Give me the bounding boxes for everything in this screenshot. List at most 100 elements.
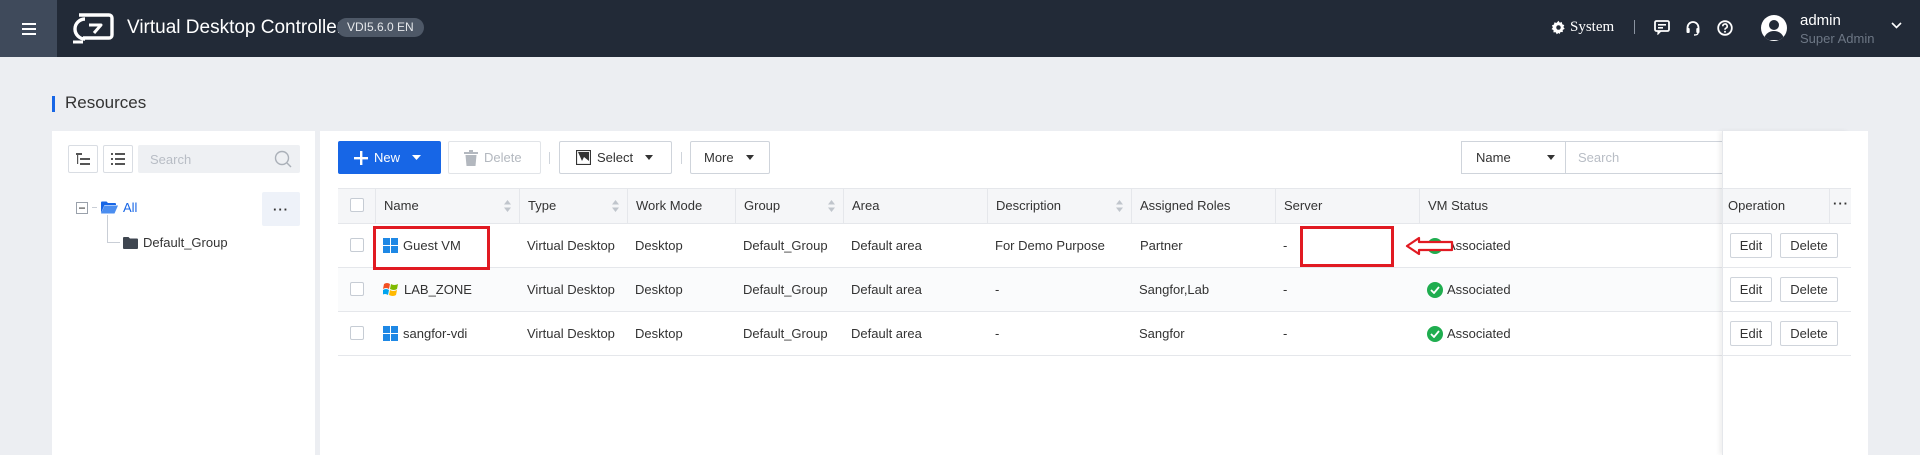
- vm-status-cell: Associated: [1419, 312, 1531, 355]
- work-mode-cell: Desktop: [635, 238, 683, 253]
- column-header-group[interactable]: Group: [735, 189, 843, 223]
- column-header-assigned-roles[interactable]: Assigned Roles: [1131, 189, 1275, 223]
- delete-row-button[interactable]: Delete: [1780, 321, 1838, 346]
- description-cell: -: [995, 282, 1000, 297]
- sort-icon: [612, 200, 619, 212]
- select-label: Select: [597, 150, 634, 165]
- select-all-checkbox[interactable]: [350, 198, 364, 212]
- windows-xp-logo-icon: [383, 283, 398, 296]
- column-header-work-mode[interactable]: Work Mode: [627, 189, 735, 223]
- delete-row-button[interactable]: Delete: [1780, 233, 1838, 258]
- tree-search-box: [138, 145, 300, 173]
- tree-view-button[interactable]: [68, 145, 98, 173]
- work-mode-cell: Desktop: [635, 282, 683, 297]
- column-header-type[interactable]: Type: [519, 189, 627, 223]
- user-name[interactable]: admin: [1800, 12, 1841, 29]
- operation-header: Operation ···: [1723, 188, 1851, 224]
- page-title: Resources: [65, 93, 147, 112]
- user-avatar[interactable]: [1761, 15, 1787, 41]
- tree-node-all[interactable]: All: [76, 200, 137, 215]
- column-header-name[interactable]: Name: [375, 189, 519, 223]
- assigned-roles-cell: Partner: [1140, 238, 1183, 253]
- tree-connector: [107, 215, 108, 242]
- group-cell: Default_Group: [743, 326, 828, 341]
- vm-name-cell[interactable]: LAB_ZONE: [375, 268, 519, 311]
- edit-button[interactable]: Edit: [1730, 233, 1772, 258]
- system-label: System: [1570, 19, 1615, 35]
- operation-column: Operation ··· Edit Delete Edit Delete Ed…: [1722, 131, 1851, 455]
- row-checkbox[interactable]: [350, 326, 364, 340]
- vm-name[interactable]: sangfor-vdi: [403, 312, 467, 355]
- tree-node-label: Default_Group: [143, 235, 228, 250]
- column-header-description[interactable]: Description: [987, 189, 1131, 223]
- list-view-button[interactable]: [103, 145, 133, 173]
- delete-label: Delete: [484, 150, 522, 165]
- table-row[interactable]: sangfor-vdi Virtual Desktop Desktop Defa…: [338, 312, 1850, 356]
- highlight-box-roles: [1300, 226, 1394, 267]
- resources-panel: New Delete Select More Name Name Type Wo…: [320, 131, 1868, 455]
- support-headset-icon[interactable]: [1685, 20, 1701, 39]
- column-settings-button[interactable]: ···: [1833, 196, 1849, 211]
- delete-button[interactable]: Delete: [448, 141, 541, 174]
- vm-status-cell: Associated: [1419, 268, 1531, 311]
- filter-field-value: Name: [1476, 150, 1511, 165]
- vm-status-text: Associated: [1447, 238, 1511, 253]
- delete-row-button[interactable]: Delete: [1780, 277, 1838, 302]
- menu-toggle-button[interactable]: [0, 0, 57, 57]
- row-checkbox[interactable]: [350, 238, 364, 252]
- description-cell: -: [995, 326, 1000, 341]
- divider: [1634, 20, 1635, 34]
- title-accent-bar: [52, 96, 55, 112]
- edit-button[interactable]: Edit: [1730, 321, 1772, 346]
- top-bar: Virtual Desktop Controller VDI5.6.0 EN S…: [0, 0, 1920, 57]
- column-header-vm-status[interactable]: VM Status: [1419, 189, 1529, 223]
- column-header-server[interactable]: Server: [1275, 189, 1419, 223]
- vm-status-text: Associated: [1447, 282, 1511, 297]
- select-button[interactable]: Select: [559, 141, 672, 174]
- hamburger-icon: [21, 22, 36, 35]
- table-row[interactable]: Guest VM Virtual Desktop Desktop Default…: [338, 224, 1850, 268]
- folder-icon: [123, 236, 138, 249]
- tree-more-button[interactable]: ···: [262, 192, 300, 226]
- check-circle-icon: [1427, 281, 1443, 298]
- tree-node-default-group[interactable]: Default_Group: [123, 235, 228, 250]
- type-cell: Virtual Desktop: [527, 282, 615, 297]
- area-cell: Default area: [851, 238, 922, 253]
- filter-field-select[interactable]: Name: [1461, 141, 1565, 174]
- plus-icon: [354, 150, 368, 165]
- sort-icon: [1116, 200, 1123, 212]
- folder-open-icon: [101, 201, 118, 214]
- help-icon[interactable]: [1717, 20, 1733, 39]
- chevron-down-icon[interactable]: [1891, 17, 1902, 32]
- row-checkbox[interactable]: [350, 282, 364, 296]
- edit-button[interactable]: Edit: [1730, 277, 1772, 302]
- column-header-area[interactable]: Area: [843, 189, 987, 223]
- search-icon[interactable]: [274, 150, 292, 168]
- filter-search-input[interactable]: [1566, 142, 1746, 173]
- assigned-roles-cell: Sangfor: [1139, 326, 1185, 341]
- group-cell: Default_Group: [743, 282, 828, 297]
- collapse-icon[interactable]: [76, 201, 88, 214]
- tree-search-input[interactable]: [138, 145, 258, 173]
- new-button[interactable]: New: [338, 141, 441, 174]
- sort-icon: [828, 200, 835, 212]
- highlight-box-name: [373, 226, 490, 270]
- vm-name[interactable]: LAB_ZONE: [404, 268, 472, 311]
- caret-down-icon: [745, 155, 754, 160]
- arrow-left-icon: [1405, 236, 1454, 256]
- vm-status-text: Associated: [1447, 326, 1511, 341]
- system-menu[interactable]: System: [1551, 19, 1614, 36]
- area-cell: Default area: [851, 326, 922, 341]
- table-row[interactable]: LAB_ZONE Virtual Desktop Desktop Default…: [338, 268, 1850, 312]
- more-button[interactable]: More: [690, 141, 770, 174]
- tree-connector: [107, 242, 120, 243]
- caret-down-icon: [1547, 155, 1555, 160]
- vm-name-cell[interactable]: sangfor-vdi: [375, 312, 519, 355]
- column-header-operation: Operation: [1728, 198, 1786, 213]
- message-icon[interactable]: [1654, 20, 1670, 38]
- group-tree-panel: All ··· Default_Group: [52, 131, 315, 455]
- version-badge: VDI5.6.0 EN: [337, 18, 424, 37]
- server-cell: -: [1283, 326, 1288, 341]
- check-circle-icon: [1427, 325, 1443, 342]
- group-cell: Default_Group: [743, 238, 828, 253]
